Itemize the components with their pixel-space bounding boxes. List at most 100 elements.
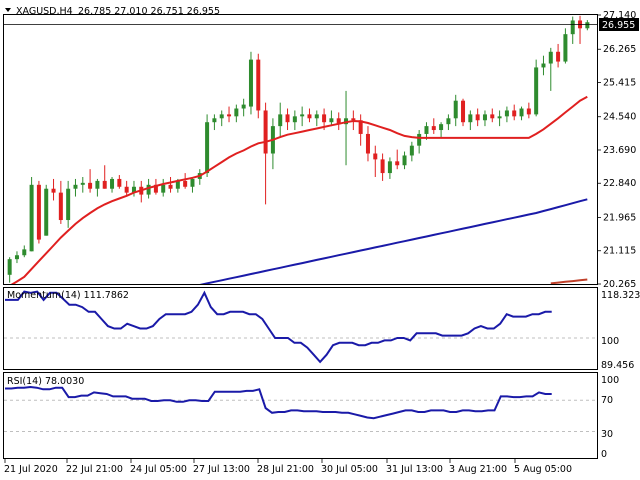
momentum-current-value: 118.3238 [601, 290, 640, 301]
symbol-label: XAGUSD,H4 [16, 6, 73, 17]
candle-body [461, 100, 466, 123]
candle-body [88, 182, 93, 189]
candle-body [402, 155, 407, 166]
candle-body [285, 114, 290, 123]
candle-body [548, 51, 553, 64]
candle-body [556, 51, 561, 62]
candle-body [190, 178, 195, 187]
rsi-tick-30: 30 [601, 429, 613, 440]
candle-body [29, 184, 34, 252]
candle-body [497, 116, 502, 119]
price-tick-label: 23.690 [603, 145, 636, 156]
candle-body [227, 114, 232, 117]
candle-body [490, 114, 495, 119]
candle-body [36, 184, 41, 240]
momentum-tick-low: 89.456 [601, 360, 634, 371]
candle-body [219, 114, 224, 119]
time-tick-label: 30 Jul 05:00 [321, 464, 378, 475]
current-price-label: 26.955 [602, 20, 635, 31]
candle-body [541, 63, 546, 68]
candle-body [475, 114, 480, 121]
candle-body [351, 118, 356, 121]
candle-body [387, 161, 392, 174]
candle-body [256, 59, 261, 111]
price-tick-label: 25.415 [603, 77, 636, 88]
time-tick-label: 27 Jul 13:00 [193, 464, 250, 475]
time-tick-label: 24 Jul 05:00 [130, 464, 187, 475]
rsi-pane[interactable] [3, 372, 598, 459]
candle-body [95, 180, 100, 189]
price-tick-label: 22.840 [603, 178, 636, 189]
candle-body [234, 108, 239, 117]
candle-body [161, 184, 166, 193]
candle-body [80, 182, 85, 185]
candle-body [512, 110, 517, 117]
candle-body [278, 114, 283, 127]
price-tick-label: 20.265 [603, 279, 636, 290]
candle-body [183, 180, 188, 187]
candle-body [300, 114, 305, 117]
candle-body [241, 104, 246, 109]
candle-body [453, 100, 458, 119]
candle-body [73, 184, 78, 189]
candle-body [570, 20, 575, 35]
momentum-tick-100: 100 [601, 336, 619, 347]
candle-body [124, 186, 129, 193]
ohlc-readout: 26.785 27.010 26.751 26.955 [78, 6, 220, 17]
candle-body [102, 180, 107, 189]
candle-body [7, 259, 12, 275]
candle-body [168, 184, 173, 189]
candle-body [482, 114, 487, 121]
candle-body [322, 114, 327, 123]
candle-body [395, 161, 400, 166]
candle-body [519, 108, 524, 117]
candle-body [380, 159, 385, 174]
candle-body [439, 124, 444, 131]
candle-body [66, 188, 71, 221]
candle-body [14, 255, 19, 260]
price-tick-label: 24.540 [603, 112, 636, 123]
rsi-tick-0: 0 [601, 449, 607, 460]
trading-chart: 27.14026.26525.41524.54023.69022.84021.9… [3, 6, 640, 475]
candle-body [58, 192, 63, 221]
candle-body [409, 145, 414, 156]
rsi-label: RSI(14) 78.0030 [7, 376, 84, 387]
price-pane[interactable] [3, 14, 598, 285]
candle-body [146, 184, 151, 195]
candle-body [44, 188, 49, 236]
time-tick-label: 28 Jul 21:00 [257, 464, 314, 475]
candle-body [446, 118, 451, 125]
candle-body [110, 178, 115, 189]
candle-body [373, 153, 378, 160]
candle-body [329, 118, 334, 123]
rsi-tick-100: 100 [601, 375, 619, 386]
candle-body [307, 114, 312, 119]
candle-body [292, 116, 297, 123]
candle-body [365, 133, 370, 154]
time-tick-label: 31 Jul 13:00 [386, 464, 443, 475]
price-tick-label: 21.115 [603, 246, 636, 257]
candle-body [51, 188, 56, 193]
candle-body [205, 122, 210, 174]
candle-body [117, 178, 122, 187]
candle-body [22, 249, 27, 256]
candle-body [534, 67, 539, 115]
candle-body [431, 126, 436, 131]
candle-body [263, 110, 268, 154]
candle-body [563, 34, 568, 62]
price-tick-label: 26.265 [603, 44, 636, 55]
candle-body [417, 133, 422, 146]
candle-body [526, 108, 531, 115]
candle-body [248, 59, 253, 107]
momentum-label: Momentum(14) 111.7862 [7, 290, 129, 301]
candle-body [585, 22, 590, 29]
price-tick-label: 21.965 [603, 212, 636, 223]
time-tick-label: 21 Jul 2020 [4, 464, 58, 475]
candle-body [424, 126, 429, 134]
rsi-tick-70: 70 [601, 395, 613, 406]
time-tick-label: 3 Aug 21:00 [449, 464, 507, 475]
time-tick-label: 5 Aug 05:00 [514, 464, 572, 475]
dropdown-triangle-icon[interactable] [5, 8, 11, 12]
candle-body [212, 118, 217, 123]
time-tick-label: 22 Jul 21:00 [66, 464, 123, 475]
